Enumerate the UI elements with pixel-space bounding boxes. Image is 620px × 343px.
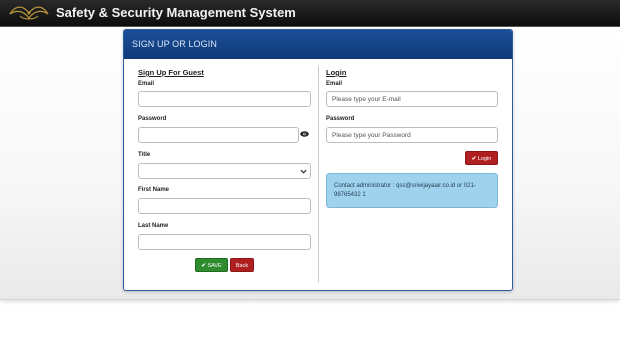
app-header: Safety & Security Management System	[0, 0, 620, 27]
chevron-down-icon	[300, 169, 307, 174]
check-icon: ✔	[201, 263, 206, 269]
column-divider	[318, 66, 319, 282]
back-button[interactable]: Back	[230, 258, 254, 272]
login-email-input[interactable]	[326, 91, 498, 107]
save-button[interactable]: ✔ SAVE	[195, 258, 228, 272]
title-label: Title	[138, 152, 151, 158]
eye-icon[interactable]	[300, 131, 309, 137]
login-button-label: Login	[477, 156, 492, 162]
login-section-title: Login	[326, 68, 347, 77]
check-icon: ✔	[471, 156, 477, 162]
login-password-label: Password	[326, 116, 355, 122]
first-name-input[interactable]	[138, 198, 311, 214]
login-button[interactable]: ✔ Login	[465, 151, 498, 165]
panel-header: SIGN UP OR LOGIN	[124, 30, 512, 59]
signup-password-label: Password	[138, 116, 167, 122]
contact-admin-note: Contact administrator : qss@sriwijayaair…	[326, 173, 498, 208]
save-button-label: SAVE	[207, 263, 222, 269]
signup-email-input[interactable]	[138, 91, 311, 107]
title-select[interactable]	[138, 163, 311, 179]
signup-password-input[interactable]	[138, 127, 299, 143]
ornament-logo	[9, 6, 49, 20]
login-email-label: Email	[326, 81, 343, 87]
first-name-label: First Name	[138, 187, 170, 193]
login-password-input[interactable]	[326, 127, 498, 143]
last-name-input[interactable]	[138, 234, 311, 250]
signup-email-label: Email	[138, 81, 155, 87]
signup-section-title: Sign Up For Guest	[138, 68, 204, 77]
last-name-label: Last Name	[138, 223, 169, 229]
auth-panel: SIGN UP OR LOGIN Sign Up For Guest Email…	[123, 29, 513, 291]
app-title: Safety & Security Management System	[56, 5, 296, 20]
